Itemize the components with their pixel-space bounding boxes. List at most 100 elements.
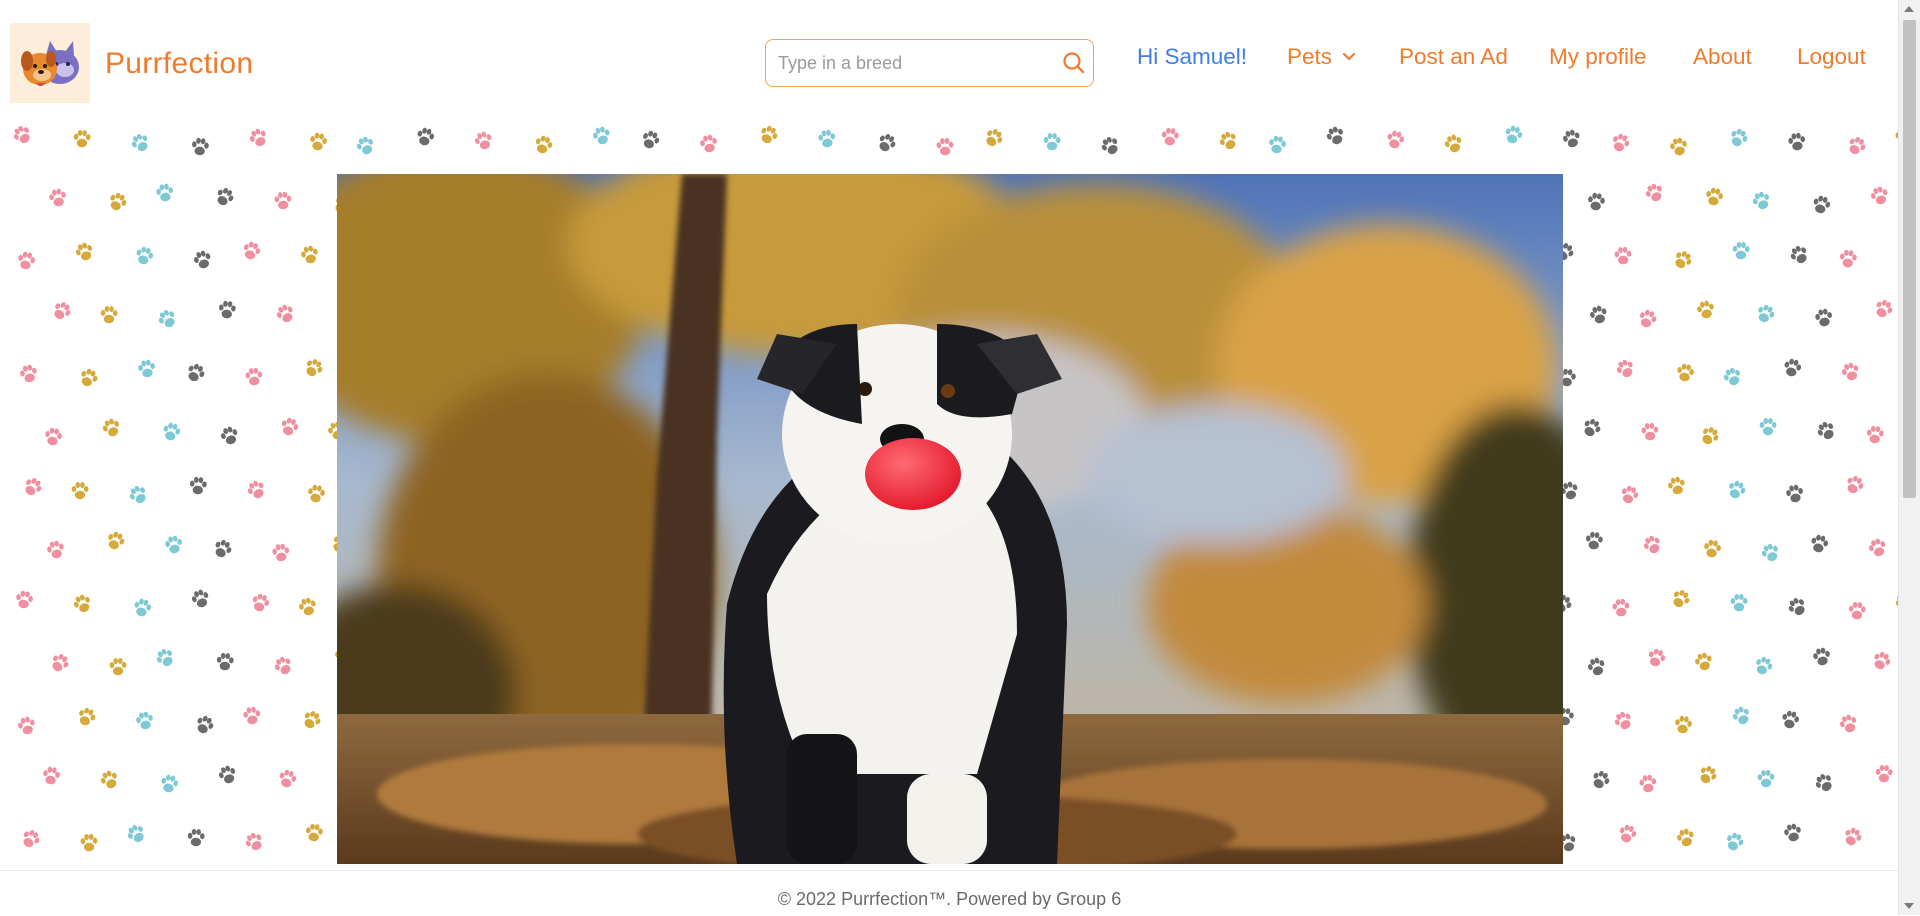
paw-print (1668, 136, 1689, 157)
paw-print (155, 307, 180, 331)
paw-print (132, 597, 153, 619)
scrollbar[interactable] (1898, 0, 1920, 915)
paw-print (1723, 830, 1746, 853)
paw-print (1675, 827, 1697, 849)
paw-print (1616, 823, 1639, 845)
paw-print (1841, 825, 1864, 849)
paw-print (1585, 531, 1604, 551)
paw-print (1811, 194, 1832, 216)
nav-my-profile[interactable]: My profile (1549, 44, 1647, 70)
paw-print (757, 123, 781, 147)
paw-print (104, 529, 127, 553)
paw-print (184, 361, 208, 385)
paw-print (1385, 129, 1406, 151)
logo[interactable] (10, 23, 90, 103)
paw-print (71, 482, 89, 500)
paw-print (128, 131, 153, 155)
paw-print (415, 126, 436, 148)
paw-print (1785, 483, 1805, 504)
paw-print (354, 134, 377, 157)
nav-logout[interactable]: Logout (1797, 44, 1866, 70)
paw-print (190, 137, 210, 157)
paw-print (1787, 243, 1812, 267)
nav-post-an-ad[interactable]: Post an Ad (1399, 44, 1508, 70)
paw-print (1609, 131, 1632, 154)
paw-print (1782, 357, 1803, 379)
paw-print (308, 131, 329, 152)
user-greeting: Hi Samuel! (1137, 44, 1248, 69)
paw-print (1752, 654, 1775, 677)
paw-print (1098, 134, 1123, 158)
paw-print (1442, 132, 1465, 155)
paw-print (297, 596, 319, 618)
paw-print (1814, 418, 1839, 443)
paw-print (1782, 822, 1803, 843)
paw-print (1875, 764, 1893, 783)
paw-print (1785, 594, 1810, 619)
paw-print (1675, 362, 1696, 383)
paw-print (1759, 418, 1777, 436)
paw-print (1669, 587, 1693, 611)
paw-print (1611, 598, 1631, 617)
paw-print (1750, 189, 1773, 212)
paw-print (1787, 131, 1807, 152)
paw-print (1721, 365, 1744, 388)
paw-print (1589, 768, 1613, 792)
paw-print (1696, 763, 1720, 787)
border-collie-photo (337, 174, 1563, 864)
paw-print (1732, 241, 1750, 260)
paw-print (137, 358, 157, 379)
scroll-up-arrow-icon[interactable] (1904, 6, 1914, 12)
paw-print (1811, 646, 1832, 667)
paw-print (306, 483, 326, 504)
paw-print (1671, 248, 1695, 272)
search-input[interactable] (776, 40, 1050, 87)
paw-print (1869, 184, 1891, 207)
paw-print (213, 185, 237, 209)
paw-print (1614, 246, 1632, 265)
paw-print (134, 710, 155, 731)
paw-print (47, 187, 68, 208)
paw-print (187, 828, 205, 847)
paw-print (1641, 422, 1659, 441)
paw-print (1698, 424, 1722, 448)
paw-print (249, 592, 272, 614)
paw-print (1611, 709, 1635, 733)
nav-about[interactable]: About (1693, 44, 1752, 70)
paw-print (1580, 416, 1604, 440)
search-icon[interactable] (1061, 50, 1087, 76)
paw-print (936, 137, 954, 156)
paw-print (242, 830, 267, 854)
paw-print (1618, 483, 1641, 506)
paw-print (1727, 126, 1750, 150)
paw-print (1324, 124, 1347, 148)
footer: © 2022 Purrfection™. Powered by Group 6 (0, 870, 1899, 916)
paw-print (75, 705, 98, 728)
hero-image (337, 174, 1563, 864)
paw-print (21, 475, 45, 499)
brand-name[interactable]: Purrfection (105, 47, 253, 81)
nav-pets[interactable]: Pets (1287, 44, 1332, 70)
scroll-down-arrow-icon[interactable] (1904, 903, 1914, 909)
paw-print (1812, 770, 1837, 795)
paw-print (698, 133, 719, 154)
paw-print (302, 356, 326, 380)
paw-print (1757, 769, 1775, 788)
paw-print (155, 182, 175, 203)
paw-print (153, 645, 178, 670)
paw-print (240, 239, 263, 262)
scroll-thumb[interactable] (1903, 20, 1916, 498)
paw-print (18, 363, 39, 384)
paw-print (1161, 127, 1180, 147)
paw-print (277, 768, 298, 790)
paw-print (14, 589, 34, 610)
cat-and-dog-logo-icon (21, 41, 79, 86)
chevron-down-icon[interactable] (1340, 48, 1358, 66)
paw-print (1839, 249, 1858, 269)
paw-print (639, 128, 662, 151)
paw-print (100, 305, 118, 324)
paw-print (273, 302, 297, 326)
paw-print (1502, 124, 1525, 146)
paw-print (1809, 533, 1830, 555)
paw-print (1640, 533, 1664, 557)
